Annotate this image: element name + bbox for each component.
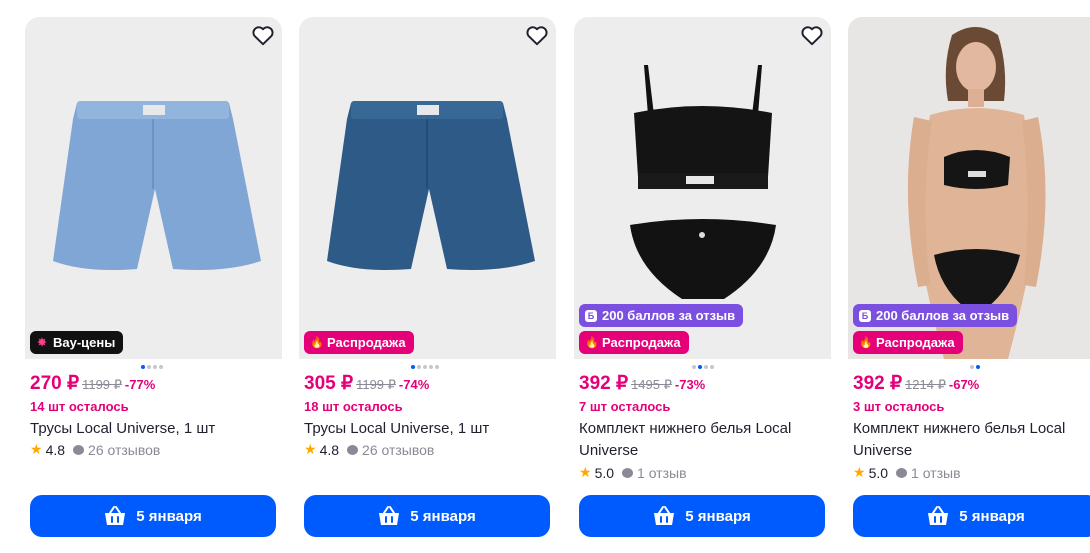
star-icon: ★	[304, 441, 317, 457]
flame-icon: 🔥	[859, 336, 873, 349]
product-image[interactable]: ✸ Вау-цены	[25, 17, 282, 359]
current-price: 392 ₽	[853, 373, 903, 394]
price-block: 305 ₽1199 ₽ -74%	[304, 372, 429, 395]
rating-value: 4.8	[319, 441, 340, 458]
badge-points-for-review: Б 200 баллов за отзыв	[579, 304, 744, 327]
badge-points-for-review: Б 200 баллов за отзыв	[853, 304, 1018, 327]
stock-left: 18 шт осталось	[304, 399, 403, 414]
old-price: 1214 ₽	[905, 377, 946, 392]
basket-icon	[928, 506, 949, 525]
reviews-count: 26 отзывов	[362, 441, 435, 458]
badge-sale: 🔥 Распродажа	[853, 331, 963, 354]
stock-left: 14 шт осталось	[30, 399, 129, 414]
product-card[interactable]: ✸ Вау-цены 270 ₽1199 ₽ -77% 14 шт осталос…	[25, 17, 282, 547]
discount: -77%	[124, 377, 156, 392]
favorite-heart-icon[interactable]	[524, 22, 550, 48]
reviews-count: 1 отзыв	[637, 464, 687, 481]
add-to-cart-button[interactable]: 5 января	[30, 495, 276, 537]
boxer-shorts-image	[327, 101, 535, 270]
old-price: 1495 ₽	[631, 377, 672, 392]
add-to-cart-button[interactable]: 5 января	[853, 495, 1090, 537]
rating-row[interactable]: ★ 4.8 26 отзывов	[30, 441, 160, 458]
discount: -67%	[948, 377, 980, 392]
favorite-heart-icon[interactable]	[799, 22, 825, 48]
comment-bubble-icon	[896, 467, 908, 478]
price-block: 392 ₽1495 ₽ -73%	[579, 372, 705, 395]
current-price: 305 ₽	[304, 373, 354, 394]
delivery-date: 5 января	[136, 507, 202, 525]
reviews-count: 26 отзывов	[88, 441, 161, 458]
basket-icon	[654, 506, 675, 525]
delivery-date: 5 января	[685, 507, 751, 525]
rating-row[interactable]: ★ 5.0 1 отзыв	[853, 464, 961, 481]
stock-left: 7 шт осталось	[579, 399, 671, 414]
star-icon: ★	[30, 441, 43, 457]
image-carousel-dots[interactable]	[848, 365, 1090, 371]
comment-bubble-icon	[73, 444, 85, 455]
favorite-heart-icon[interactable]	[250, 22, 276, 48]
delivery-date: 5 января	[959, 507, 1025, 525]
old-price: 1199 ₽	[356, 377, 396, 392]
badge-sale: 🔥 Распродажа	[304, 331, 414, 354]
rating-value: 5.0	[594, 464, 615, 481]
reviews-count: 1 отзыв	[911, 464, 961, 481]
price-block: 392 ₽1214 ₽ -67%	[853, 372, 979, 395]
image-carousel-dots[interactable]	[574, 365, 831, 371]
basket-icon	[105, 506, 126, 525]
star-icon: ★	[579, 464, 592, 480]
flame-icon: 🔥	[310, 336, 324, 349]
image-carousel-dots[interactable]	[299, 365, 556, 371]
price-block: 270 ₽1199 ₽ -77%	[30, 372, 155, 395]
discount: -73%	[674, 377, 706, 392]
points-icon: Б	[585, 309, 597, 322]
basket-icon	[379, 506, 400, 525]
comment-bubble-icon	[347, 444, 359, 455]
rating-value: 4.8	[45, 441, 66, 458]
rating-row[interactable]: ★ 5.0 1 отзыв	[579, 464, 687, 481]
comment-bubble-icon	[622, 467, 634, 478]
add-to-cart-button[interactable]: 5 января	[304, 495, 550, 537]
add-to-cart-button[interactable]: 5 января	[579, 495, 825, 537]
star-icon: ★	[853, 464, 866, 480]
old-price: 1199 ₽	[82, 377, 122, 392]
product-title[interactable]: Комплект нижнего белья Local Universe	[579, 418, 827, 462]
product-image[interactable]: Б 200 баллов за отзыв 🔥 Распродажа	[848, 17, 1090, 359]
badge-sale: 🔥 Распродажа	[579, 331, 689, 354]
product-card[interactable]: 🔥 Распродажа 305 ₽1199 ₽ -74% 18 шт остал…	[299, 17, 556, 547]
product-card[interactable]: Б 200 баллов за отзыв 🔥 Распродажа 392 ₽…	[848, 17, 1090, 547]
product-image[interactable]: 🔥 Распродажа	[299, 17, 556, 359]
product-title[interactable]: Трусы Local Universe, 1 шт	[30, 418, 278, 440]
rating-row[interactable]: ★ 4.8 26 отзывов	[304, 441, 434, 458]
product-title[interactable]: Комплект нижнего белья Local Universe	[853, 418, 1090, 462]
discount: -74%	[398, 377, 430, 392]
rating-value: 5.0	[868, 464, 889, 481]
current-price: 270 ₽	[30, 373, 80, 394]
stock-left: 3 шт осталось	[853, 399, 945, 414]
product-title[interactable]: Трусы Local Universe, 1 шт	[304, 418, 552, 440]
points-icon: Б	[859, 309, 871, 322]
product-card[interactable]: Б 200 баллов за отзыв 🔥 Распродажа 392 ₽…	[574, 17, 831, 547]
badge-wow-prices: ✸ Вау-цены	[30, 331, 124, 354]
delivery-date: 5 января	[410, 507, 476, 525]
image-carousel-dots[interactable]	[25, 365, 282, 371]
sparkle-icon: ✸	[37, 336, 47, 349]
product-image[interactable]: Б 200 баллов за отзыв 🔥 Распродажа	[574, 17, 831, 359]
flame-icon: 🔥	[585, 336, 599, 349]
current-price: 392 ₽	[579, 373, 629, 394]
boxer-shorts-image	[53, 101, 261, 270]
